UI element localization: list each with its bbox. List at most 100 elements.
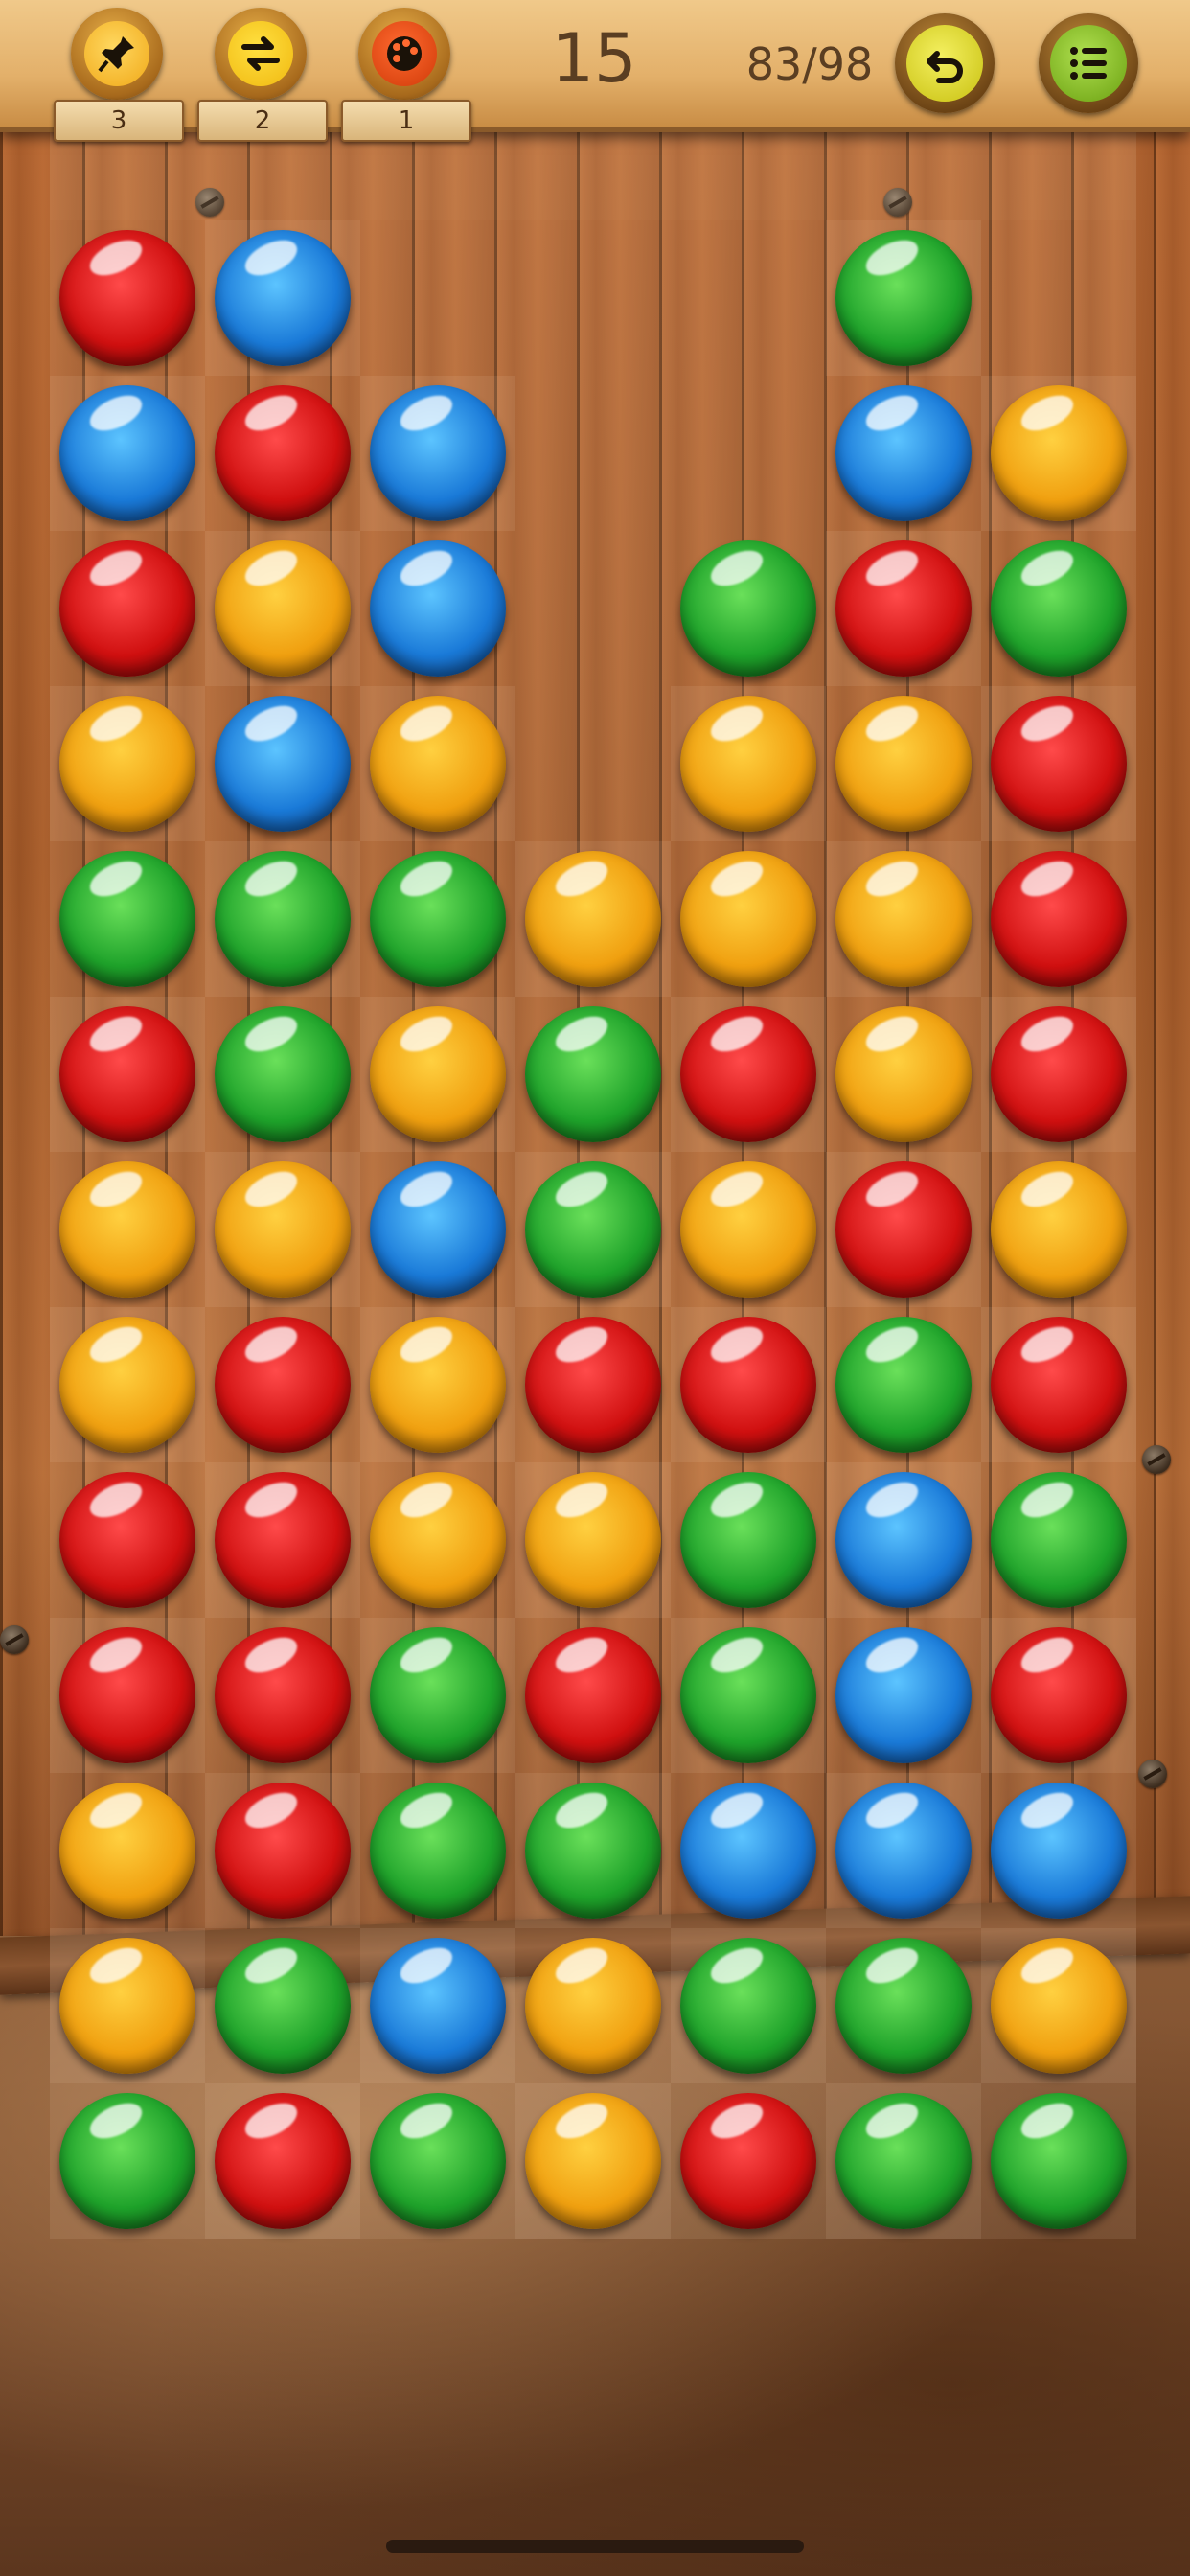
red-ball[interactable] (680, 2093, 816, 2229)
orange-ball[interactable] (680, 851, 816, 987)
blue-ball[interactable] (370, 540, 506, 677)
grid-cell[interactable] (671, 1152, 826, 1307)
grid-cell[interactable] (671, 841, 826, 997)
orange-ball[interactable] (525, 851, 661, 987)
orange-ball[interactable] (59, 1162, 195, 1298)
green-ball[interactable] (835, 2093, 972, 2229)
grid-cell[interactable] (50, 1307, 205, 1462)
red-ball[interactable] (835, 1162, 972, 1298)
grid-cell[interactable] (205, 1928, 360, 2083)
orange-ball[interactable] (215, 540, 351, 677)
blue-ball[interactable] (680, 1782, 816, 1919)
blue-ball[interactable] (215, 696, 351, 832)
grid-cell[interactable] (826, 997, 981, 1152)
green-ball[interactable] (370, 851, 506, 987)
green-ball[interactable] (370, 1782, 506, 1919)
red-ball[interactable] (991, 851, 1127, 987)
green-ball[interactable] (991, 2093, 1127, 2229)
green-ball[interactable] (991, 1472, 1127, 1608)
grid-cell[interactable] (515, 1307, 671, 1462)
grid-cell[interactable] (50, 1618, 205, 1773)
grid-cell[interactable] (360, 997, 515, 1152)
green-ball[interactable] (525, 1782, 661, 1919)
orange-ball[interactable] (835, 696, 972, 832)
grid-cell[interactable] (515, 376, 671, 531)
blue-ball[interactable] (59, 385, 195, 521)
grid-cell[interactable] (981, 531, 1136, 686)
grid-cell[interactable] (826, 220, 981, 376)
blue-ball[interactable] (835, 385, 972, 521)
grid-cell[interactable] (981, 997, 1136, 1152)
green-ball[interactable] (215, 851, 351, 987)
green-ball[interactable] (835, 1938, 972, 2074)
grid-cell[interactable] (671, 220, 826, 376)
grid-cell[interactable] (826, 1462, 981, 1618)
orange-ball[interactable] (370, 1317, 506, 1453)
green-ball[interactable] (991, 540, 1127, 677)
grid-cell[interactable] (205, 1618, 360, 1773)
grid-cell[interactable] (50, 376, 205, 531)
orange-ball[interactable] (680, 696, 816, 832)
orange-ball[interactable] (525, 1938, 661, 2074)
orange-ball[interactable] (991, 1938, 1127, 2074)
grid-cell[interactable] (826, 531, 981, 686)
orange-ball[interactable] (525, 1472, 661, 1608)
grid-cell[interactable] (826, 686, 981, 841)
orange-ball[interactable] (835, 851, 972, 987)
orange-ball[interactable] (59, 1782, 195, 1919)
blue-ball[interactable] (835, 1472, 972, 1608)
blue-ball[interactable] (370, 385, 506, 521)
orange-ball[interactable] (991, 1162, 1127, 1298)
grid-cell[interactable] (360, 686, 515, 841)
red-ball[interactable] (215, 1627, 351, 1763)
grid-cell[interactable] (515, 1773, 671, 1928)
grid-cell[interactable] (515, 1618, 671, 1773)
red-ball[interactable] (215, 1317, 351, 1453)
grid-cell[interactable] (826, 1928, 981, 2083)
green-ball[interactable] (215, 1938, 351, 2074)
green-ball[interactable] (370, 2093, 506, 2229)
grid-cell[interactable] (826, 841, 981, 997)
grid-cell[interactable] (981, 1773, 1136, 1928)
grid-cell[interactable] (671, 531, 826, 686)
red-ball[interactable] (680, 1317, 816, 1453)
grid-cell[interactable] (515, 841, 671, 997)
grid-cell[interactable] (205, 2083, 360, 2239)
grid-cell[interactable] (205, 376, 360, 531)
grid-cell[interactable] (205, 531, 360, 686)
orange-ball[interactable] (370, 696, 506, 832)
blue-ball[interactable] (370, 1938, 506, 2074)
green-ball[interactable] (680, 1472, 816, 1608)
powerup-swap-button[interactable] (211, 8, 310, 100)
undo-button[interactable] (895, 13, 995, 113)
blue-ball[interactable] (215, 230, 351, 366)
powerup-palette-button[interactable] (355, 8, 454, 100)
grid-cell[interactable] (50, 1152, 205, 1307)
grid-cell[interactable] (515, 1462, 671, 1618)
green-ball[interactable] (525, 1162, 661, 1298)
orange-ball[interactable] (59, 1317, 195, 1453)
orange-ball[interactable] (59, 696, 195, 832)
grid-cell[interactable] (981, 1152, 1136, 1307)
grid-cell[interactable] (360, 841, 515, 997)
orange-ball[interactable] (370, 1472, 506, 1608)
red-ball[interactable] (835, 540, 972, 677)
orange-ball[interactable] (680, 1162, 816, 1298)
grid-cell[interactable] (671, 376, 826, 531)
grid-cell[interactable] (515, 686, 671, 841)
green-ball[interactable] (835, 1317, 972, 1453)
red-ball[interactable] (215, 385, 351, 521)
grid-cell[interactable] (360, 531, 515, 686)
red-ball[interactable] (215, 2093, 351, 2229)
grid-cell[interactable] (205, 1152, 360, 1307)
red-ball[interactable] (59, 230, 195, 366)
powerup-pin-button[interactable] (67, 8, 167, 100)
menu-button[interactable] (1039, 13, 1138, 113)
green-ball[interactable] (680, 1938, 816, 2074)
grid-cell[interactable] (515, 531, 671, 686)
grid-cell[interactable] (360, 1152, 515, 1307)
grid-cell[interactable] (205, 686, 360, 841)
grid-cell[interactable] (671, 686, 826, 841)
grid-cell[interactable] (205, 1462, 360, 1618)
orange-ball[interactable] (525, 2093, 661, 2229)
